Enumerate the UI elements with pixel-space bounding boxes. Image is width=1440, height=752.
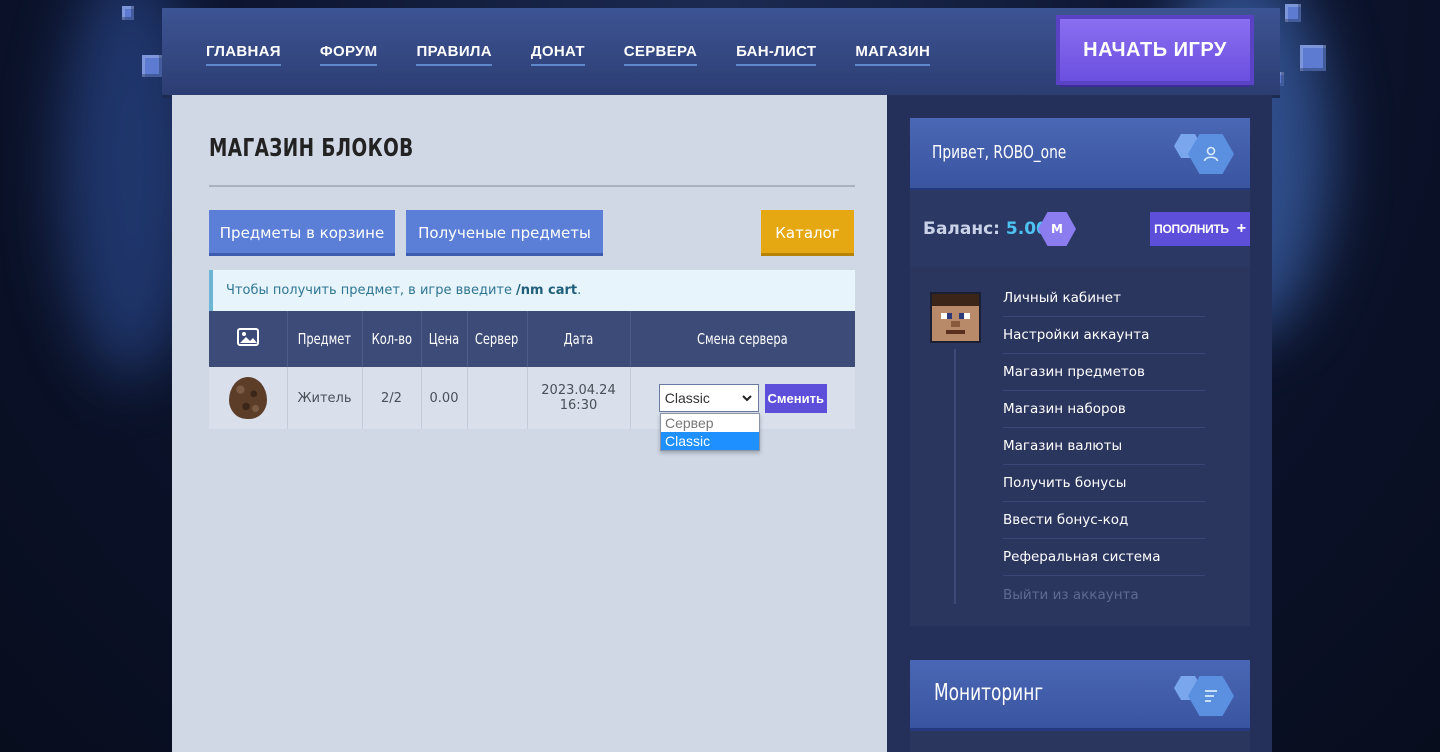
balance-label: Баланс: 5.00 (923, 219, 1048, 239)
nav-item-rules[interactable]: ПРАВИЛА (416, 43, 492, 66)
column-header-item: Предмет (287, 311, 363, 367)
table-header-row: Предмет Кол-во Цена Сервер Дата Смена се… (209, 311, 855, 367)
column-header-price: Цена (421, 311, 468, 367)
coin-icon: M (1038, 212, 1076, 246)
account-menu: Личный кабинет Настройки аккаунта Магази… (1003, 280, 1205, 613)
menu-item-get-bonuses[interactable]: Получить бонусы (1003, 465, 1205, 502)
user-glyph-icon (1203, 146, 1219, 162)
site-header: ГЛАВНАЯ ФОРУМ ПРАВИЛА ДОНАТ СЕРВЕРА БАН-… (162, 8, 1280, 95)
item-time: 16:30 (559, 398, 598, 413)
item-quantity-cell: 2/2 (362, 367, 422, 429)
decorative-cube (122, 6, 134, 20)
nav-item-donate[interactable]: ДОНАТ (530, 43, 585, 66)
image-icon (236, 328, 259, 346)
item-date-cell: 2023.04.24 16:30 (527, 367, 631, 429)
menu-item-logout[interactable]: Выйти из аккаунта (1003, 576, 1205, 613)
spawn-egg-icon (228, 377, 267, 419)
menu-divider-line (954, 349, 956, 604)
list-glyph-icon (1205, 690, 1217, 702)
column-header-image (209, 311, 288, 367)
decorative-cube (1285, 4, 1301, 22)
nav-item-forum[interactable]: ФОРУМ (319, 43, 378, 66)
main-content: МАГАЗИН БЛОКОВ Предметы в корзине Получе… (172, 95, 887, 752)
account-menu-panel: Личный кабинет Настройки аккаунта Магази… (910, 267, 1250, 626)
decorative-cube (1300, 45, 1326, 71)
profile-header: Привет, ROBO_one (910, 118, 1250, 188)
balance-row: Баланс: 5.00 M ПОПОЛНИТЬ + (910, 190, 1250, 267)
start-game-button[interactable]: НАЧАТЬ ИГРУ (1060, 19, 1250, 81)
menu-item-personal-cabinet[interactable]: Личный кабинет (1003, 280, 1205, 317)
monitoring-title: Мониторинг (934, 680, 1044, 706)
item-name-cell: Житель (287, 367, 363, 429)
item-image-cell (209, 367, 288, 429)
topup-label: ПОПОЛНИТЬ (1154, 222, 1229, 236)
catalog-button[interactable]: Каталог (761, 210, 854, 256)
notice-command: /nm cart (515, 283, 578, 298)
main-nav: ГЛАВНАЯ ФОРУМ ПРАВИЛА ДОНАТ СЕРВЕРА БАН-… (206, 43, 969, 66)
cart-items-button[interactable]: Предметы в корзине (209, 210, 395, 256)
monitoring-body (910, 731, 1250, 752)
plus-icon: + (1236, 220, 1246, 237)
column-header-date: Дата (527, 311, 631, 367)
server-select-value: Classic (664, 390, 710, 406)
column-header-server: Сервер (467, 311, 528, 367)
item-price-cell: 0.00 (421, 367, 468, 429)
change-server-button[interactable]: Сменить (764, 383, 827, 413)
monitoring-header: Мониторинг (910, 660, 1250, 728)
info-notice: Чтобы получить предмет, в игре введите /… (209, 270, 855, 311)
menu-item-account-settings[interactable]: Настройки аккаунта (1003, 317, 1205, 354)
dropdown-option-placeholder[interactable]: Сервер (661, 414, 759, 432)
menu-item-referral[interactable]: Реферальная система (1003, 539, 1205, 576)
column-header-server-change: Смена сервера (630, 311, 855, 367)
server-change-controls: Classic Сменить (631, 383, 856, 413)
items-table: Предмет Кол-во Цена Сервер Дата Смена се… (209, 311, 855, 429)
page-title: МАГАЗИН БЛОКОВ (209, 133, 414, 162)
nav-item-servers[interactable]: СЕРВЕРА (623, 43, 698, 66)
menu-item-items-shop[interactable]: Магазин предметов (1003, 354, 1205, 391)
received-items-button[interactable]: Полученые предметы (406, 210, 603, 256)
server-dropdown-list: Сервер Classic (660, 413, 760, 451)
item-date: 2023.04.24 (541, 383, 616, 398)
column-header-quantity: Кол-во (362, 311, 422, 367)
topup-button[interactable]: ПОПОЛНИТЬ + (1150, 212, 1250, 246)
server-select[interactable]: Classic (658, 384, 759, 412)
dropdown-option-classic[interactable]: Classic (661, 432, 759, 450)
title-divider (209, 185, 855, 187)
menu-item-kits-shop[interactable]: Магазин наборов (1003, 391, 1205, 428)
nav-item-home[interactable]: ГЛАВНАЯ (206, 43, 281, 66)
nav-item-banlist[interactable]: БАН-ЛИСТ (736, 43, 817, 66)
balance-label-text: Баланс: (923, 219, 1000, 239)
notice-end: . (577, 283, 582, 298)
decorative-cube (142, 55, 162, 77)
avatar (930, 292, 981, 343)
greeting-text: Привет, ROBO_one (932, 142, 1067, 163)
notice-text: Чтобы получить предмет, в игре введите (226, 283, 512, 298)
menu-item-bonus-code[interactable]: Ввести бонус-код (1003, 502, 1205, 539)
nav-item-shop[interactable]: МАГАЗИН (855, 43, 931, 66)
chevron-down-icon (742, 394, 752, 401)
menu-item-currency-shop[interactable]: Магазин валюты (1003, 428, 1205, 465)
item-server-cell (467, 367, 528, 429)
